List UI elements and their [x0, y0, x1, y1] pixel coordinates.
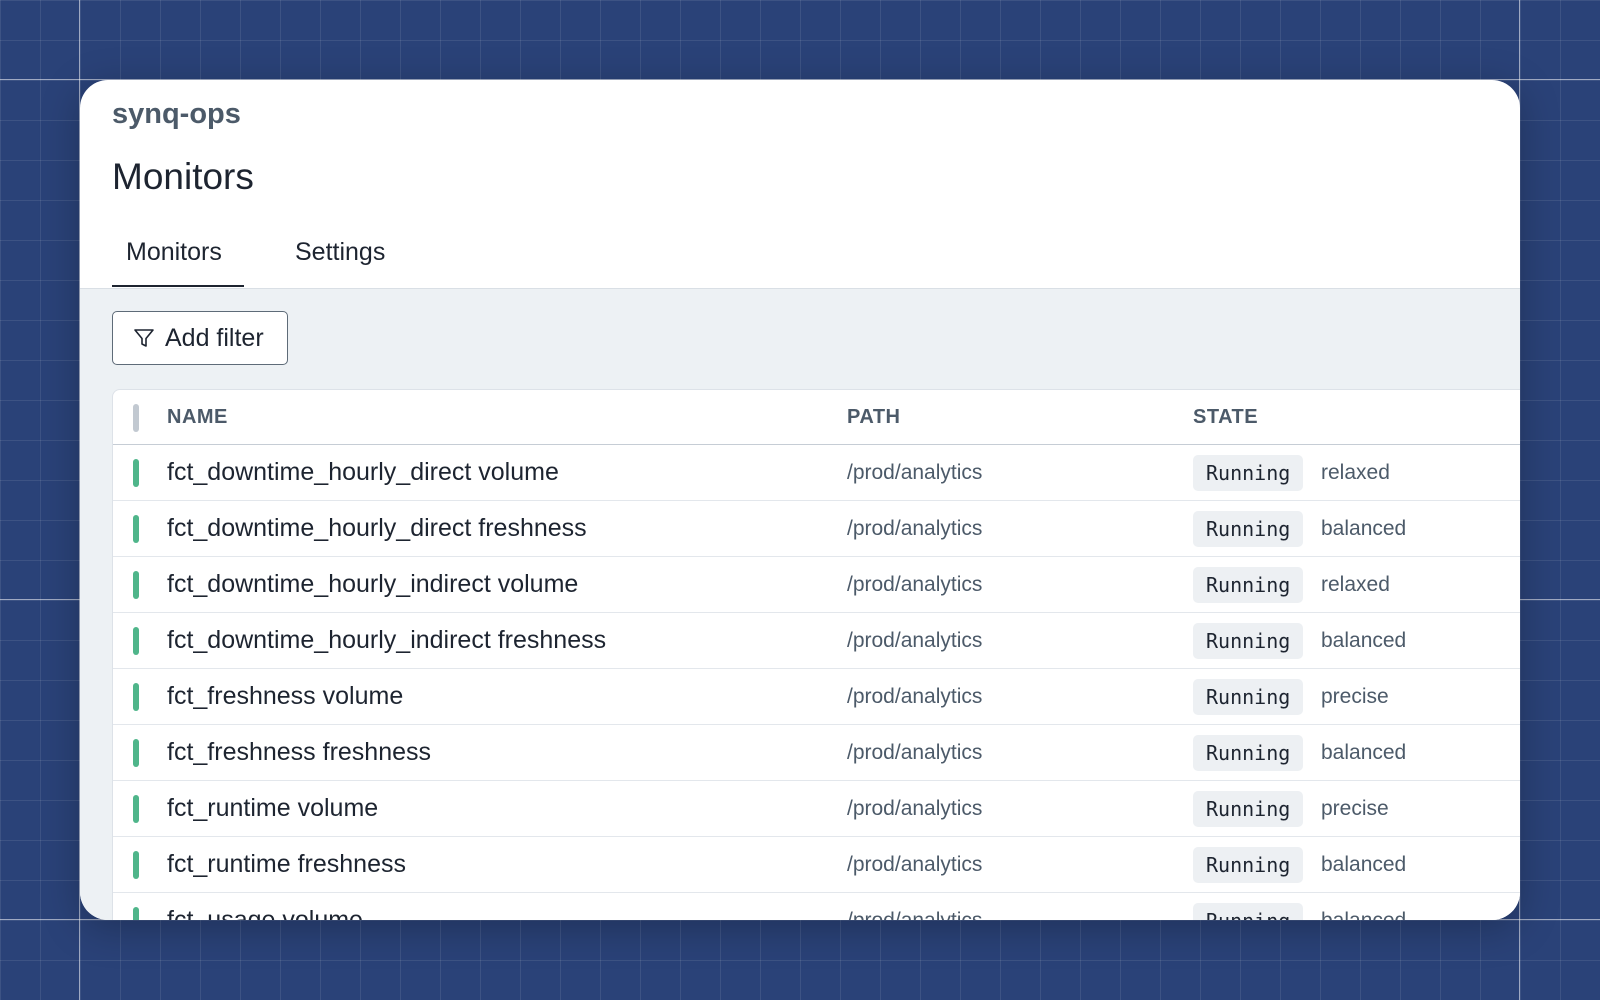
table-row[interactable]: fct_usage volume /prod/analytics Running…	[113, 893, 1520, 920]
page-title: Monitors	[112, 156, 254, 197]
state-badge: Running	[1193, 511, 1304, 547]
app-window: synq-ops Monitors Monitors Settings Add …	[80, 80, 1520, 920]
monitor-path: /prod/analytics	[847, 629, 983, 652]
content-area: Add filter NAME PATH STATE fct_downtime_…	[80, 288, 1520, 920]
add-filter-button[interactable]: Add filter	[112, 311, 288, 365]
sensitivity-mode: precise	[1321, 797, 1389, 820]
table-row[interactable]: fct_runtime volume /prod/analytics Runni…	[113, 781, 1520, 837]
sensitivity-mode: balanced	[1321, 909, 1406, 920]
table-row[interactable]: fct_runtime freshness /prod/analytics Ru…	[113, 837, 1520, 893]
table-row[interactable]: fct_freshness volume /prod/analytics Run…	[113, 669, 1520, 725]
status-indicator-header	[133, 404, 139, 432]
status-indicator	[133, 515, 139, 543]
status-indicator	[133, 739, 139, 767]
sensitivity-mode: relaxed	[1321, 573, 1390, 596]
monitor-path: /prod/analytics	[847, 517, 983, 540]
state-badge: Running	[1193, 623, 1304, 659]
column-header-path[interactable]: PATH	[847, 406, 900, 429]
monitor-path: /prod/analytics	[847, 741, 983, 764]
monitor-name: fct_usage volume	[167, 906, 363, 920]
monitors-table: NAME PATH STATE fct_downtime_hourly_dire…	[112, 389, 1520, 920]
monitor-name: fct_runtime volume	[167, 794, 379, 822]
status-indicator	[133, 627, 139, 655]
table-row[interactable]: fct_downtime_hourly_indirect volume /pro…	[113, 557, 1520, 613]
table-row[interactable]: fct_freshness freshness /prod/analytics …	[113, 725, 1520, 781]
status-indicator	[133, 571, 139, 599]
status-indicator	[133, 795, 139, 823]
column-header-name[interactable]: NAME	[167, 406, 228, 429]
monitor-name: fct_downtime_hourly_indirect volume	[167, 570, 579, 598]
monitor-name: fct_freshness freshness	[167, 738, 432, 766]
filter-icon	[133, 327, 155, 349]
monitor-path: /prod/analytics	[847, 685, 983, 708]
tab-monitors[interactable]: Monitors	[112, 238, 244, 287]
state-badge: Running	[1193, 455, 1304, 491]
monitor-name: fct_downtime_hourly_direct volume	[167, 458, 559, 486]
table-row[interactable]: fct_downtime_hourly_direct freshness /pr…	[113, 501, 1520, 557]
sensitivity-mode: balanced	[1321, 741, 1407, 764]
state-badge: Running	[1193, 847, 1304, 883]
status-indicator	[133, 683, 139, 711]
add-filter-label: Add filter	[165, 323, 264, 352]
status-indicator	[133, 459, 139, 487]
status-indicator	[133, 851, 139, 879]
table-row[interactable]: fct_downtime_hourly_direct volume /prod/…	[113, 445, 1520, 501]
monitor-path: /prod/analytics	[847, 853, 983, 876]
state-badge: Running	[1193, 567, 1304, 603]
table-header: NAME PATH STATE	[113, 390, 1520, 445]
monitor-name: fct_freshness volume	[167, 682, 404, 710]
state-badge: Running	[1193, 735, 1304, 771]
table-row[interactable]: fct_downtime_hourly_indirect freshness /…	[113, 613, 1520, 669]
sensitivity-mode: balanced	[1321, 517, 1407, 540]
column-header-state[interactable]: STATE	[1193, 406, 1258, 429]
monitor-name: fct_downtime_hourly_indirect freshness	[167, 626, 607, 654]
org-name: synq-ops	[112, 98, 241, 130]
status-indicator	[133, 907, 139, 920]
tab-settings[interactable]: Settings	[295, 238, 415, 287]
monitor-name: fct_runtime freshness	[167, 850, 406, 878]
sensitivity-mode: relaxed	[1321, 461, 1390, 484]
sensitivity-mode: balanced	[1321, 629, 1407, 652]
state-badge: Running	[1193, 903, 1304, 920]
sensitivity-mode: balanced	[1321, 853, 1407, 876]
monitor-path: /prod/analytics	[847, 909, 982, 920]
monitor-path: /prod/analytics	[847, 797, 983, 820]
monitor-path: /prod/analytics	[847, 573, 983, 596]
monitor-path: /prod/analytics	[847, 461, 983, 484]
state-badge: Running	[1193, 791, 1304, 827]
sensitivity-mode: precise	[1321, 685, 1389, 708]
monitor-name: fct_downtime_hourly_direct freshness	[167, 514, 587, 542]
state-badge: Running	[1193, 679, 1304, 715]
